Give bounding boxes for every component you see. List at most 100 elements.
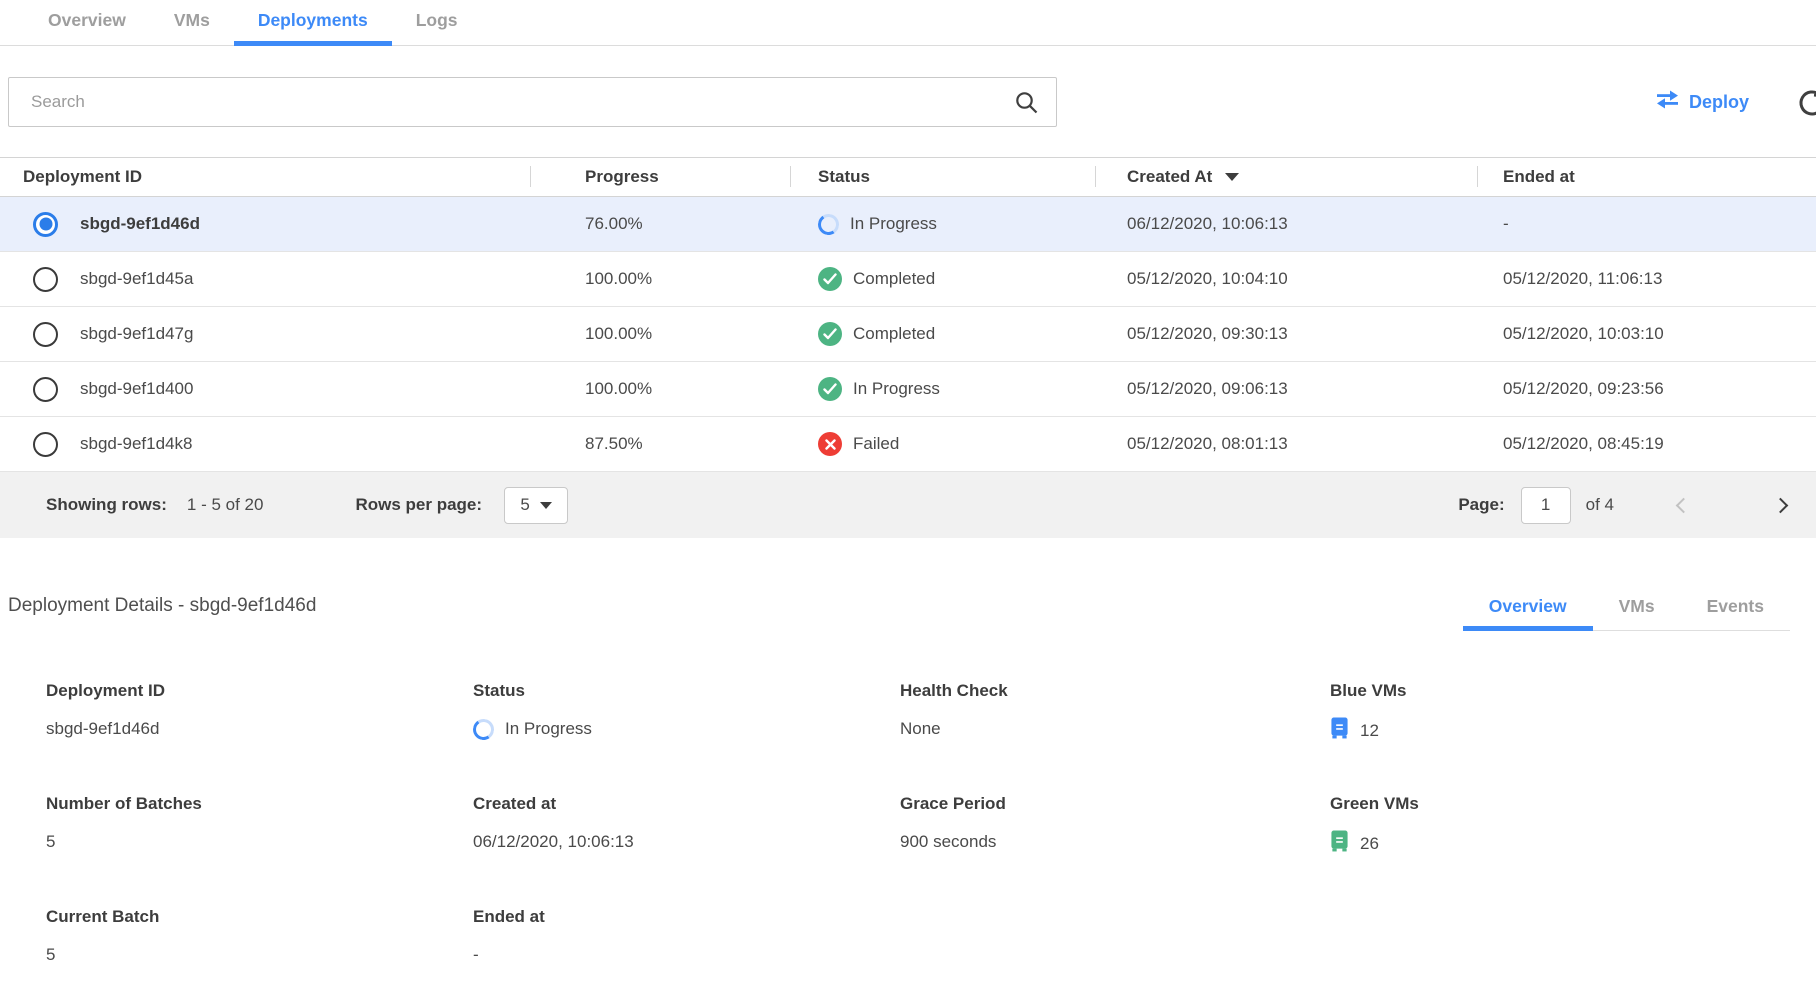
completed-check-icon [818, 267, 842, 291]
status-label: In Progress [850, 214, 937, 234]
search-icon [1014, 90, 1039, 120]
row-radio[interactable] [33, 322, 58, 347]
showing-rows-value: 1 - 5 of 20 [187, 495, 264, 515]
deployment-id-value: sbgd-9ef1d400 [80, 379, 193, 399]
row-radio-selected[interactable] [33, 212, 58, 237]
details-tab-bar: Overview VMs Events [1463, 588, 1790, 631]
table-row[interactable]: sbgd-9ef1d4k8 87.50% Failed 05/12/2020, … [0, 417, 1816, 472]
created-at-value: 06/12/2020, 10:06:13 [1095, 214, 1477, 234]
current-batch-value: 5 [46, 945, 55, 965]
progress-value: 100.00% [530, 379, 790, 399]
completed-check-icon [818, 322, 842, 346]
ended-at-value: 05/12/2020, 10:03:10 [1477, 324, 1816, 344]
details-header: Deployment Details - sbgd-9ef1d46d Overv… [0, 588, 1816, 631]
toolbar: Deploy [0, 77, 1816, 127]
progress-value: 100.00% [530, 324, 790, 344]
field-green-vms: Green VMs 26 [1330, 794, 1816, 857]
table-header-row: Deployment ID Progress Status Created At… [0, 158, 1816, 197]
deployment-id-value: sbgd-9ef1d45a [80, 269, 193, 289]
field-current-batch: Current Batch 5 [46, 907, 473, 967]
field-status: Status In Progress [473, 681, 900, 744]
created-at-value: 05/12/2020, 08:01:13 [1095, 434, 1477, 454]
column-header-ended-at: Ended at [1477, 158, 1816, 196]
number-of-batches-value: 5 [46, 832, 55, 852]
page-total: of 4 [1586, 495, 1614, 515]
next-page-icon[interactable] [1773, 497, 1789, 513]
ended-at-detail-value: - [473, 945, 479, 965]
deployment-id-detail-value: sbgd-9ef1d46d [46, 719, 159, 739]
pagination: Page: of 4 [1458, 487, 1786, 524]
progress-value: 100.00% [530, 269, 790, 289]
rows-per-page-value: 5 [520, 495, 529, 515]
column-header-progress: Progress [530, 158, 790, 196]
table-row[interactable]: sbgd-9ef1d45a 100.00% Completed 05/12/20… [0, 252, 1816, 307]
health-check-value: None [900, 719, 941, 739]
table-row[interactable]: sbgd-9ef1d46d 76.00% In Progress 06/12/2… [0, 197, 1816, 252]
page-number-input[interactable] [1521, 487, 1571, 524]
ended-at-value: 05/12/2020, 08:45:19 [1477, 434, 1816, 454]
failed-x-icon [818, 432, 842, 456]
row-radio[interactable] [33, 377, 58, 402]
swap-arrows-icon [1655, 90, 1680, 114]
details-grid: Deployment ID sbgd-9ef1d46d Status In Pr… [0, 681, 1816, 967]
created-at-detail-value: 06/12/2020, 10:06:13 [473, 832, 634, 852]
status-label: Completed [853, 324, 935, 344]
column-header-status: Status [790, 158, 1095, 196]
details-tab-overview[interactable]: Overview [1463, 588, 1593, 630]
field-number-of-batches: Number of Batches 5 [46, 794, 473, 857]
column-header-created-at[interactable]: Created At [1095, 158, 1477, 196]
table-row[interactable]: sbgd-9ef1d47g 100.00% Completed 05/12/20… [0, 307, 1816, 362]
status-label: Completed [853, 269, 935, 289]
deploy-label: Deploy [1689, 92, 1749, 113]
status-detail-value: In Progress [505, 719, 592, 739]
refresh-icon [1796, 107, 1816, 122]
field-health-check: Health Check None [900, 681, 1330, 744]
green-vm-icon [1330, 830, 1349, 857]
refresh-button[interactable] [1796, 87, 1816, 119]
showing-rows-label: Showing rows: [46, 495, 167, 515]
deployment-id-value: sbgd-9ef1d4k8 [80, 434, 192, 454]
in-progress-spinner-icon [471, 717, 495, 741]
row-radio[interactable] [33, 432, 58, 457]
deploy-button[interactable]: Deploy [1655, 77, 1749, 127]
field-blue-vms: Blue VMs 12 [1330, 681, 1816, 744]
status-label: Failed [853, 434, 899, 454]
tab-vms[interactable]: VMs [150, 0, 234, 45]
blue-vms-count: 12 [1360, 721, 1379, 741]
rows-per-page-select[interactable]: 5 [504, 487, 568, 524]
tab-deployments[interactable]: Deployments [234, 0, 392, 45]
search-input[interactable] [8, 77, 1057, 127]
created-at-value: 05/12/2020, 09:30:13 [1095, 324, 1477, 344]
previous-page-icon[interactable] [1676, 497, 1692, 513]
details-tab-vms[interactable]: VMs [1593, 588, 1681, 630]
created-at-value: 05/12/2020, 09:06:13 [1095, 379, 1477, 399]
search-box [8, 77, 1057, 127]
table-row[interactable]: sbgd-9ef1d400 100.00% In Progress 05/12/… [0, 362, 1816, 417]
blue-vm-icon [1330, 717, 1349, 744]
details-title: Deployment Details - sbgd-9ef1d46d [8, 595, 316, 631]
completed-check-icon [818, 377, 842, 401]
page-label: Page: [1458, 495, 1504, 515]
field-grace-period: Grace Period 900 seconds [900, 794, 1330, 857]
chevron-down-icon [540, 502, 552, 509]
progress-value: 87.50% [530, 434, 790, 454]
grace-period-value: 900 seconds [900, 832, 996, 852]
field-ended-at: Ended at - [473, 907, 900, 967]
rows-per-page-label: Rows per page: [355, 495, 482, 515]
ended-at-value: - [1477, 214, 1816, 234]
tab-logs[interactable]: Logs [392, 0, 482, 45]
table-footer: Showing rows: 1 - 5 of 20 Rows per page:… [0, 472, 1816, 538]
ended-at-value: 05/12/2020, 11:06:13 [1477, 269, 1816, 289]
column-header-deployment-id: Deployment ID [0, 158, 530, 196]
deployments-table: Deployment ID Progress Status Created At… [0, 157, 1816, 538]
green-vms-count: 26 [1360, 834, 1379, 854]
deployment-id-value: sbgd-9ef1d46d [80, 214, 200, 234]
details-tab-events[interactable]: Events [1681, 588, 1790, 630]
row-radio[interactable] [33, 267, 58, 292]
created-at-value: 05/12/2020, 10:04:10 [1095, 269, 1477, 289]
sort-descending-icon[interactable] [1225, 173, 1239, 181]
tab-overview[interactable]: Overview [24, 0, 150, 45]
progress-value: 76.00% [530, 214, 790, 234]
in-progress-spinner-icon [816, 212, 840, 236]
deployment-id-value: sbgd-9ef1d47g [80, 324, 193, 344]
